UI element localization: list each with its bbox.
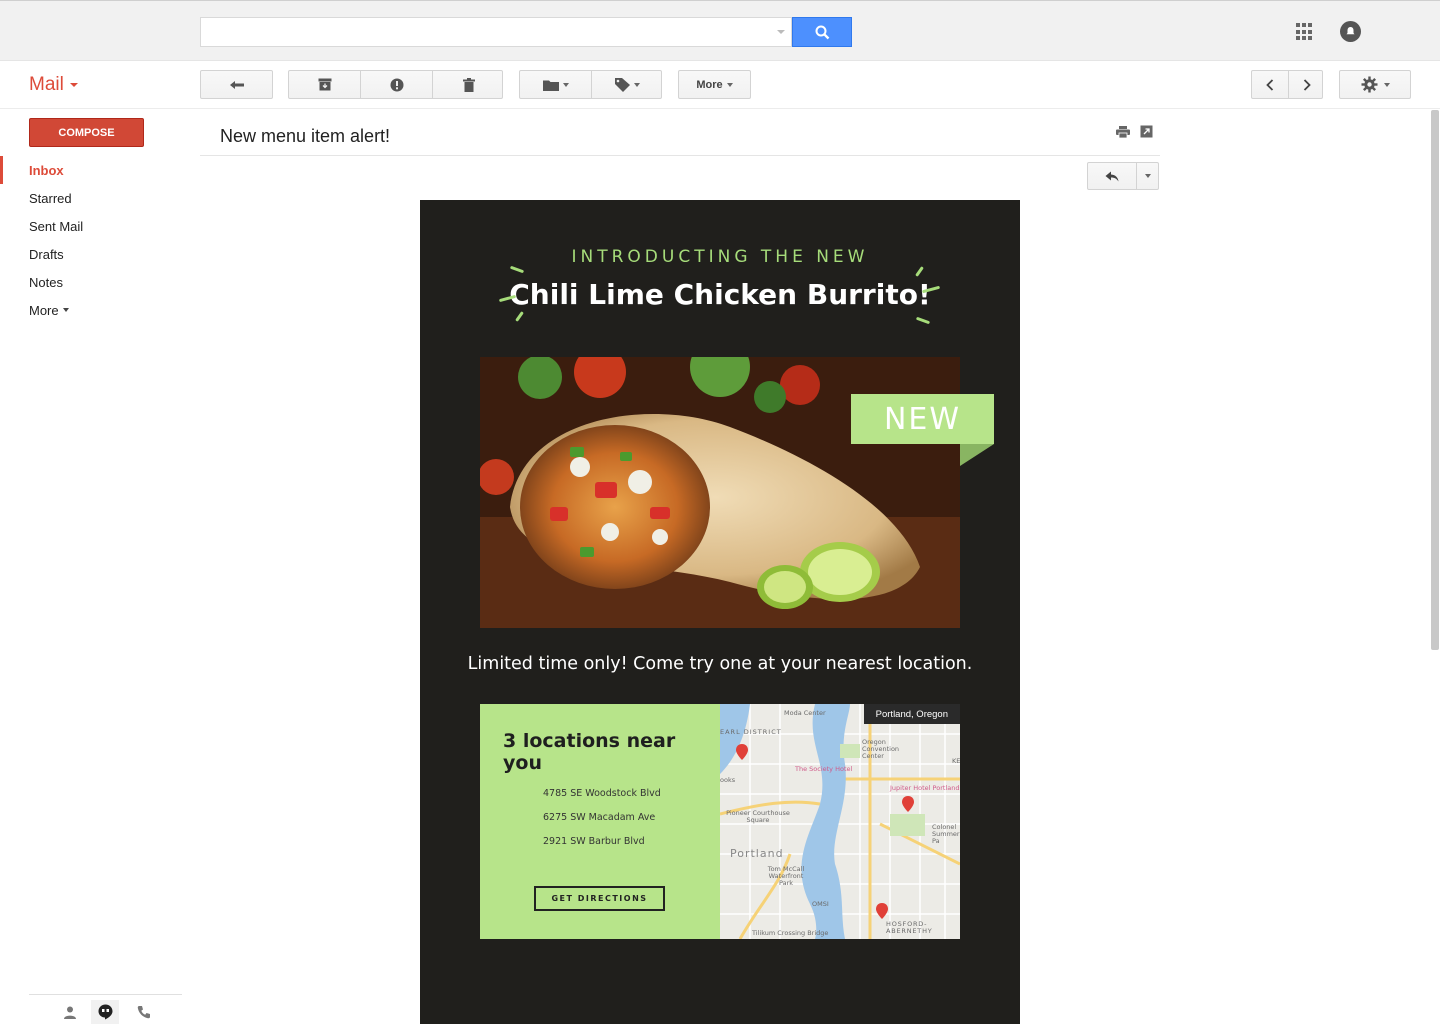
sidebar-nav: Inbox Starred Sent Mail Drafts Notes Mor…: [0, 156, 180, 324]
toolbar-divider: [0, 108, 1440, 109]
search-options-caret-icon[interactable]: [777, 30, 785, 34]
sidebar-item-more[interactable]: More: [0, 296, 180, 324]
contacts-person-icon[interactable]: [56, 1000, 84, 1024]
map-label: Moda Center: [784, 709, 826, 717]
address-line: 6275 SW Macadam Ave: [543, 812, 656, 823]
back-button[interactable]: [200, 70, 273, 99]
open-new-window-icon[interactable]: [1140, 125, 1153, 138]
map-label: Oregon Convention Center: [862, 738, 900, 760]
locations-panel: 3 locations near you 4785 SE Woodstock B…: [480, 704, 720, 939]
chevron-down-icon: [1145, 174, 1151, 178]
map-label: Colonel Summers Pa: [932, 823, 960, 845]
folder-icon: [542, 80, 559, 91]
delete-button[interactable]: [433, 71, 504, 98]
map-label: Portland: [730, 847, 784, 860]
back-arrow-icon: [229, 80, 244, 89]
spark-decoration: [515, 311, 524, 322]
move-label-button-group: [519, 70, 662, 99]
chevron-down-icon: [1383, 82, 1390, 87]
newer-button[interactable]: [1252, 71, 1288, 98]
older-button[interactable]: [1289, 71, 1324, 98]
map-label: Tilikum Crossing Bridge: [752, 929, 829, 937]
phone-icon[interactable]: [130, 1000, 158, 1024]
sidebar-item-notes[interactable]: Notes: [0, 268, 180, 296]
notifications-bell-icon[interactable]: [1340, 21, 1361, 42]
more-actions-button[interactable]: More: [678, 70, 751, 99]
promo-tagline: Limited time only! Come try one at your …: [467, 654, 973, 674]
label-tag-icon: [615, 77, 630, 92]
email-body: INTRODUCTING THE NEW Chili Lime Chicken …: [420, 200, 1020, 1024]
chevron-left-icon: [1266, 78, 1274, 91]
get-directions-button[interactable]: GET DIRECTIONS: [534, 886, 665, 911]
map-label: Pioneer Courthouse Square: [726, 809, 790, 824]
archive-icon: [318, 78, 331, 91]
hangouts-icon[interactable]: [91, 1000, 119, 1024]
chevron-down-icon: [562, 82, 569, 87]
move-to-button[interactable]: [520, 71, 591, 98]
spark-decoration: [915, 316, 931, 325]
message-subject: New menu item alert!: [220, 126, 391, 146]
chevron-down-icon: [634, 82, 640, 87]
sidebar-item-starred[interactable]: Starred: [0, 184, 180, 212]
archive-button[interactable]: [289, 71, 360, 98]
map-label: Jupiter Hotel Portland: [890, 784, 960, 792]
gmail-window: Mail More COMPOSE Inbox Starred Sent Mai…: [0, 0, 1440, 1024]
address-line: 4785 SE Woodstock Blvd: [543, 788, 661, 799]
labels-button[interactable]: [592, 71, 663, 98]
compose-button[interactable]: COMPOSE: [29, 118, 144, 147]
search-button[interactable]: [792, 17, 852, 47]
sidebar-item-label: More: [29, 302, 59, 318]
reply-button-group: [1087, 162, 1159, 190]
pagination-group: [1251, 70, 1323, 99]
locations-title: 3 locations near you: [503, 730, 676, 774]
subject-divider: [200, 155, 1160, 156]
new-badge: NEW: [851, 394, 994, 444]
scrollbar[interactable]: [1431, 110, 1439, 650]
sidebar-item-inbox[interactable]: Inbox: [0, 156, 180, 184]
reply-options-button[interactable]: [1137, 163, 1159, 189]
mail-switcher[interactable]: Mail: [29, 74, 78, 96]
chevron-down-icon: [726, 82, 733, 87]
report-spam-button[interactable]: [361, 71, 432, 98]
address-line: 2921 SW Barbur Blvd: [543, 836, 645, 847]
sidebar-item-drafts[interactable]: Drafts: [0, 240, 180, 268]
spam-alert-icon: [390, 78, 403, 91]
reply-button[interactable]: [1088, 163, 1136, 189]
reply-arrow-icon: [1105, 171, 1119, 181]
settings-button[interactable]: [1339, 70, 1411, 99]
spark-decoration: [915, 266, 924, 277]
sidebar-footer-divider: [29, 994, 182, 995]
top-bar: [0, 0, 1440, 61]
sidebar-item-sent-mail[interactable]: Sent Mail: [0, 212, 180, 240]
search-icon: [815, 25, 829, 39]
gear-icon: [1361, 76, 1377, 93]
chevron-right-icon: [1303, 78, 1311, 91]
more-actions-label: More: [696, 78, 723, 91]
chevron-down-icon: [69, 83, 78, 87]
chevron-down-icon: [62, 308, 69, 312]
intro-heading: INTRODUCTING THE NEW: [571, 247, 869, 267]
map-city-label: Portland, Oregon: [863, 704, 960, 724]
locations-map[interactable]: Portland, Oregon Moda Center EARL DISTRI…: [720, 704, 960, 939]
map-label: OMSI: [812, 900, 829, 908]
map-label: The Society Hotel: [795, 765, 853, 773]
map-label: KE: [952, 757, 960, 765]
apps-grid-icon[interactable]: [1296, 23, 1314, 41]
map-label: Tom McCall Waterfront Park: [767, 865, 805, 887]
mail-title: Mail: [29, 74, 64, 95]
search-input[interactable]: [200, 17, 792, 47]
map-label: EARL DISTRICT: [720, 728, 782, 736]
trash-icon: [462, 77, 475, 92]
action-button-group: [288, 70, 503, 99]
badge-fold: [960, 444, 994, 466]
product-headline: Chili Lime Chicken Burrito!: [509, 278, 931, 311]
map-label: HOSFORD-ABERNETHY: [886, 920, 933, 935]
print-icon[interactable]: [1116, 126, 1130, 138]
map-label: ooks: [720, 776, 736, 784]
